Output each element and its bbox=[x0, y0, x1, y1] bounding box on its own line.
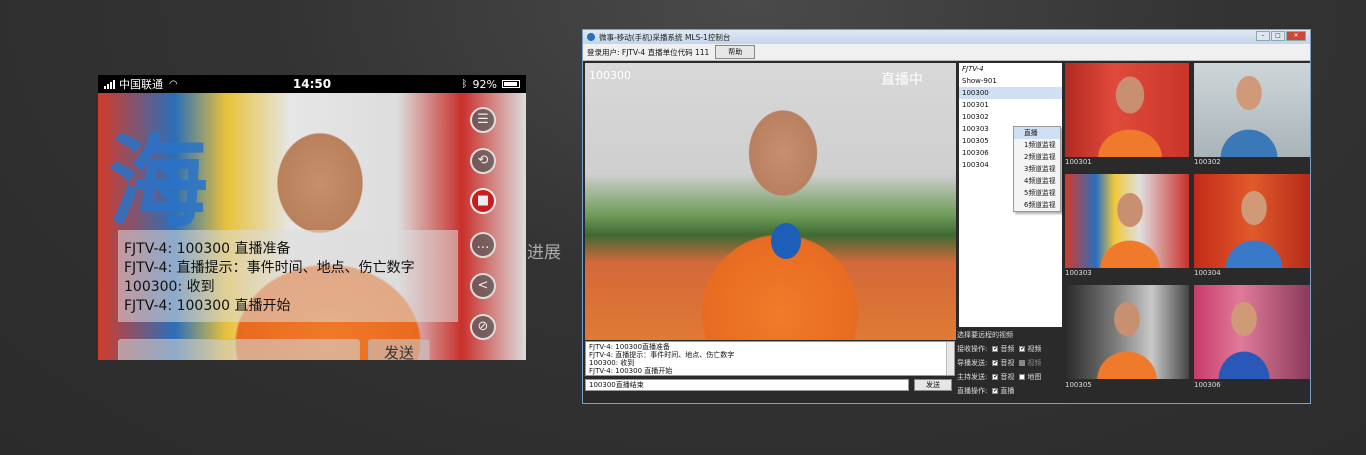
list-item-selected[interactable]: 100300 bbox=[959, 87, 1062, 99]
chat-input[interactable]: 100300直播结束 bbox=[585, 379, 909, 391]
phone-screen: 中国联通 ◠ 14:50 ᛒ 92% 海 FJTV-4: 100300 直播准备… bbox=[98, 75, 526, 360]
context-menu: 直播 1频道监视 2频道监视 3频道监视 4频道监视 5频道监视 6频道监视 bbox=[1013, 126, 1061, 212]
phone-status-bar: 中国联通 ◠ 14:50 ᛒ 92% bbox=[98, 75, 526, 93]
chat-send-button[interactable]: 发送 bbox=[914, 379, 952, 391]
map-pin-icon[interactable]: ⊘ bbox=[470, 314, 496, 340]
chat-icon[interactable]: … bbox=[470, 232, 496, 258]
live-status-label: 直播中 bbox=[881, 72, 923, 88]
menu-item-monitor[interactable]: 4频道监视 bbox=[1014, 175, 1060, 187]
menu-item-monitor[interactable]: 3频道监视 bbox=[1014, 163, 1060, 175]
menu-item-live[interactable]: 直播 bbox=[1014, 127, 1060, 139]
login-info: 登录用户: FJTV-4 直播单位代码 111 bbox=[587, 47, 710, 57]
thumbnail-feed[interactable] bbox=[1194, 174, 1310, 268]
thumbnail-label: 100304 bbox=[1194, 269, 1221, 277]
video-checkbox[interactable] bbox=[1019, 360, 1026, 366]
av-checkbox[interactable] bbox=[992, 374, 999, 380]
phone-chat-overlay: FJTV-4: 100300 直播准备 FJTV-4: 直播提示：事件时间、地点… bbox=[118, 230, 458, 322]
video-checkbox[interactable] bbox=[1019, 346, 1026, 352]
chat-line: FJTV-4: 直播提示：事件时间、地点、伤亡数字 bbox=[124, 260, 415, 276]
control-row-director: 导播发送: 音视 视频 bbox=[957, 356, 1065, 370]
app-logo-icon bbox=[587, 33, 595, 41]
thumbnail-feed[interactable] bbox=[1065, 174, 1189, 268]
clock: 14:50 bbox=[292, 77, 332, 91]
main-video-feed: 100300 直播中 bbox=[585, 63, 956, 340]
list-icon[interactable]: ☰ bbox=[470, 107, 496, 133]
option-label: 直播 bbox=[1000, 387, 1015, 395]
thumbnail-feed[interactable] bbox=[1065, 285, 1189, 379]
thumbnail-feed[interactable] bbox=[1065, 63, 1189, 157]
help-button[interactable]: 帮助 bbox=[715, 45, 756, 59]
chat-log-line: FJTV-4: 100300 直播开始 bbox=[589, 367, 673, 375]
list-item[interactable]: 100301 bbox=[959, 99, 1062, 111]
thumbnail-label: 100306 bbox=[1194, 381, 1221, 389]
chat-log: FJTV-4: 100300直播准备 FJTV-4: 直播提示：事件时间、地点、… bbox=[585, 341, 955, 376]
maximize-icon[interactable]: □ bbox=[1271, 31, 1285, 41]
menu-item-monitor[interactable]: 6频道监视 bbox=[1014, 199, 1060, 211]
thumbnail-label: 100303 bbox=[1065, 269, 1092, 277]
menu-item-monitor[interactable]: 1频道监视 bbox=[1014, 139, 1060, 151]
chat-line: FJTV-4: 100300 直播准备 bbox=[124, 241, 291, 257]
option-label: 音视 bbox=[1000, 373, 1015, 381]
live-checkbox[interactable] bbox=[992, 388, 999, 394]
chat-line: 100300: 收到 bbox=[124, 279, 215, 295]
thumbnail-feed[interactable] bbox=[1194, 285, 1310, 379]
progress-label: 进展 bbox=[527, 243, 561, 263]
menu-item-monitor[interactable]: 5频道监视 bbox=[1014, 187, 1060, 199]
control-row-host: 主持发送: 音视 地图 bbox=[957, 370, 1065, 384]
thumbnail-label: 100301 bbox=[1065, 158, 1092, 166]
control-row-receive: 接收操作: 音频 视频 bbox=[957, 342, 1065, 356]
option-label: 视频 bbox=[1027, 359, 1042, 367]
record-icon[interactable]: ■ bbox=[470, 188, 496, 214]
audio-checkbox[interactable] bbox=[992, 346, 999, 352]
chat-log-scrollbar[interactable] bbox=[946, 342, 954, 375]
phone-send-button[interactable]: 发送 bbox=[368, 339, 430, 360]
camera-switch-icon[interactable]: ⟲ bbox=[470, 148, 496, 174]
map-checkbox[interactable] bbox=[1019, 374, 1026, 380]
list-header: FJTV-4 bbox=[962, 65, 984, 73]
share-icon[interactable]: < bbox=[470, 273, 496, 299]
control-panel: 选择要远程的视频 接收操作: 音频 视频 导播发送: 音视 视频 主持发送: 音… bbox=[957, 328, 1065, 398]
control-label: 主持发送: bbox=[957, 373, 988, 381]
thumbnail-feed[interactable] bbox=[1194, 63, 1310, 157]
console-window: 微事-移动(手机)采播系统 MLS-1控制台 – □ ✕ 登录用户: FJTV-… bbox=[582, 29, 1311, 404]
window-title: 微事-移动(手机)采播系统 MLS-1控制台 bbox=[599, 32, 731, 42]
option-label: 音频 bbox=[1000, 345, 1015, 353]
option-label: 地图 bbox=[1027, 373, 1042, 381]
control-label: 导播发送: bbox=[957, 359, 988, 367]
battery-icon bbox=[502, 80, 520, 88]
phone-message-input[interactable] bbox=[118, 339, 360, 360]
control-row-live: 直播操作: 直播 bbox=[957, 384, 1065, 398]
window-titlebar: 微事-移动(手机)采播系统 MLS-1控制台 – □ ✕ bbox=[583, 30, 1310, 44]
option-label: 视频 bbox=[1027, 345, 1042, 353]
close-icon[interactable]: ✕ bbox=[1286, 31, 1306, 41]
phone-video-feed: 海 FJTV-4: 100300 直播准备 FJTV-4: 直播提示：事件时间、… bbox=[98, 93, 526, 360]
toolbar: 登录用户: FJTV-4 直播单位代码 111 帮助 bbox=[583, 44, 1310, 61]
chat-line: FJTV-4: 100300 直播开始 bbox=[124, 298, 291, 314]
list-item[interactable]: 100302 bbox=[959, 111, 1062, 123]
menu-item-monitor[interactable]: 2频道监视 bbox=[1014, 151, 1060, 163]
thumbnail-label: 100302 bbox=[1194, 158, 1221, 166]
thumbnail-label: 100305 bbox=[1065, 381, 1092, 389]
option-label: 音视 bbox=[1000, 359, 1015, 367]
microphone bbox=[771, 223, 801, 259]
minimize-icon[interactable]: – bbox=[1256, 31, 1270, 41]
background-sign: 海 bbox=[108, 123, 208, 241]
video-source-id: 100300 bbox=[589, 69, 631, 82]
chat-log-line: 100300: 收到 bbox=[589, 359, 635, 367]
av-checkbox[interactable] bbox=[992, 360, 999, 366]
control-label: 接收操作: bbox=[957, 345, 988, 353]
control-title: 选择要远程的视频 bbox=[957, 331, 1013, 339]
chat-log-line: FJTV-4: 100300直播准备 bbox=[589, 343, 671, 351]
control-label: 直播操作: bbox=[957, 387, 988, 395]
chat-log-line: FJTV-4: 直播提示：事件时间、地点、伤亡数字 bbox=[589, 351, 735, 359]
list-item[interactable]: Show-901 bbox=[959, 75, 1062, 87]
